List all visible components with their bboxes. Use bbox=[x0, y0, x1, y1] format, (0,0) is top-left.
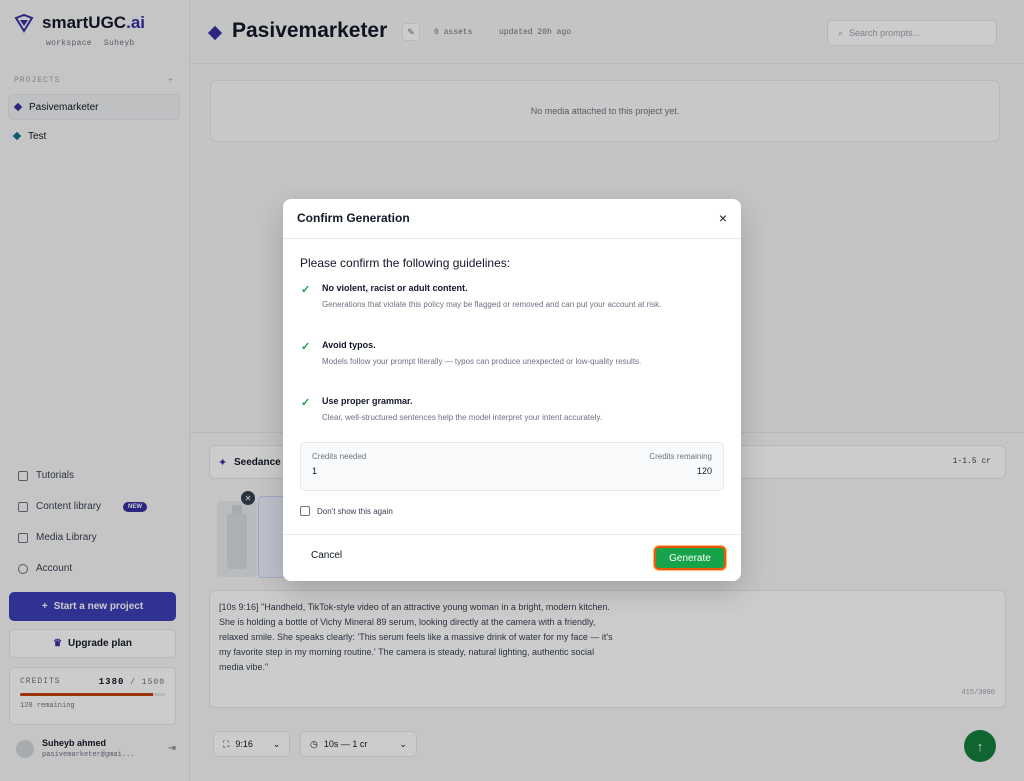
credits-needed-value: 1 bbox=[312, 466, 318, 476]
generate-button[interactable]: Generate bbox=[654, 546, 726, 570]
guideline-item: ✓ No violent, racist or adult content. G… bbox=[301, 283, 662, 309]
close-icon[interactable]: × bbox=[719, 210, 727, 226]
dont-show-again-checkbox[interactable]: Don't show this again bbox=[300, 506, 393, 516]
credits-needed-label: Credits needed bbox=[312, 452, 367, 461]
check-icon: ✓ bbox=[301, 397, 311, 409]
guideline-item: ✓ Use proper grammar. Clear, well-struct… bbox=[301, 396, 602, 422]
check-icon: ✓ bbox=[301, 284, 311, 296]
check-icon: ✓ bbox=[301, 341, 311, 353]
credits-remaining-value: 120 bbox=[696, 466, 712, 476]
dialog-title: Confirm Generation bbox=[297, 211, 410, 225]
credits-remaining-label: Credits remaining bbox=[649, 452, 712, 461]
confirm-generation-dialog: Confirm Generation × Please confirm the … bbox=[283, 199, 741, 581]
checkbox[interactable] bbox=[300, 506, 310, 516]
guidelines-title: Please confirm the following guidelines: bbox=[300, 256, 511, 270]
credits-summary: Credits needed Credits remaining 1 120 bbox=[300, 442, 724, 491]
cancel-button[interactable]: Cancel bbox=[311, 550, 342, 561]
guideline-item: ✓ Avoid typos. Models follow your prompt… bbox=[301, 340, 642, 366]
